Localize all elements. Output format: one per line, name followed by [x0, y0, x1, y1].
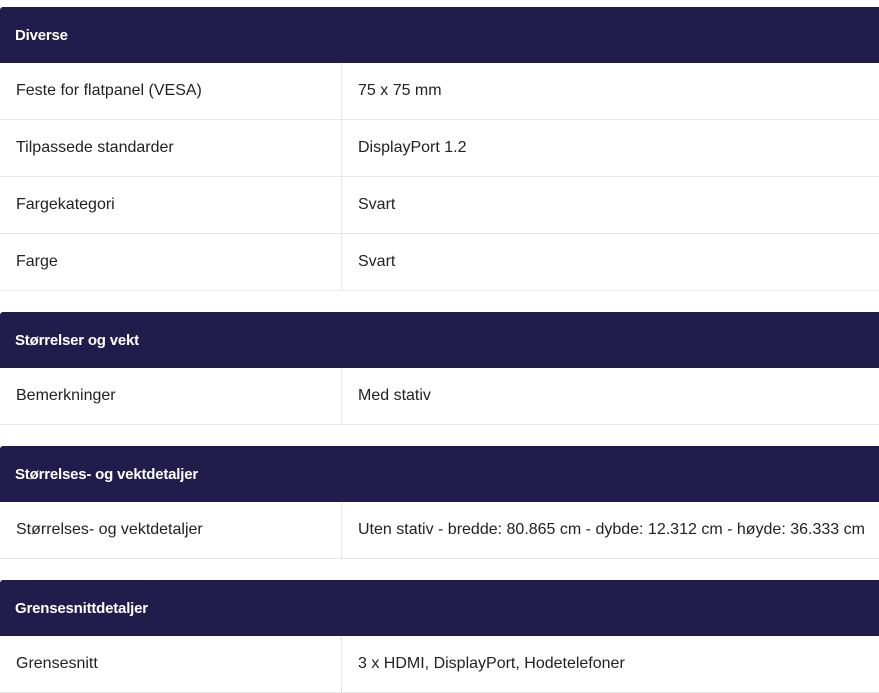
- spec-key: Bemerkninger: [0, 368, 342, 424]
- section-header: Grensesnittdetaljer: [0, 580, 879, 636]
- spec-key: Grensesnitt: [0, 636, 342, 692]
- spec-value: 3 x HDMI, DisplayPort, Hodetelefoner: [358, 655, 625, 672]
- table-row: Farge Svart: [0, 234, 879, 291]
- section-header: Størrelser og vekt: [0, 312, 879, 368]
- spec-value: DisplayPort 1.2: [358, 139, 467, 156]
- table-row: Størrelses- og vektdetaljer Uten stativ …: [0, 502, 879, 559]
- section-header: Størrelses- og vektdetaljer: [0, 446, 879, 502]
- section-header: Diverse: [0, 7, 879, 63]
- spec-section-size-weight-details: Størrelses- og vektdetaljer Størrelses- …: [0, 446, 879, 559]
- spec-value: Svart: [358, 253, 396, 270]
- spec-value: Med stativ: [358, 387, 431, 404]
- table-row: Fargekategori Svart: [0, 177, 879, 234]
- spec-value: Svart: [358, 196, 396, 213]
- spec-key: Størrelses- og vektdetaljer: [0, 502, 342, 558]
- table-row: Grensesnitt 3 x HDMI, DisplayPort, Hodet…: [0, 636, 879, 693]
- spec-value: 75 x 75 mm: [358, 82, 442, 99]
- spec-section-sizes-weight: Størrelser og vekt Bemerkninger Med stat…: [0, 312, 879, 425]
- spec-key: Farge: [0, 234, 342, 290]
- table-row: Tilpassede standarder DisplayPort 1.2: [0, 120, 879, 177]
- spec-value: Uten stativ - bredde: 80.865 cm - dybde:…: [358, 521, 865, 538]
- spec-key: Fargekategori: [0, 177, 342, 233]
- spec-key: Feste for flatpanel (VESA): [0, 63, 342, 119]
- table-row: Feste for flatpanel (VESA) 75 x 75 mm: [0, 63, 879, 120]
- spec-key: Tilpassede standarder: [0, 120, 342, 176]
- spec-section-diverse: Diverse Feste for flatpanel (VESA) 75 x …: [0, 7, 879, 291]
- spec-section-interface-details: Grensesnittdetaljer Grensesnitt 3 x HDMI…: [0, 580, 879, 693]
- table-row: Bemerkninger Med stativ: [0, 368, 879, 425]
